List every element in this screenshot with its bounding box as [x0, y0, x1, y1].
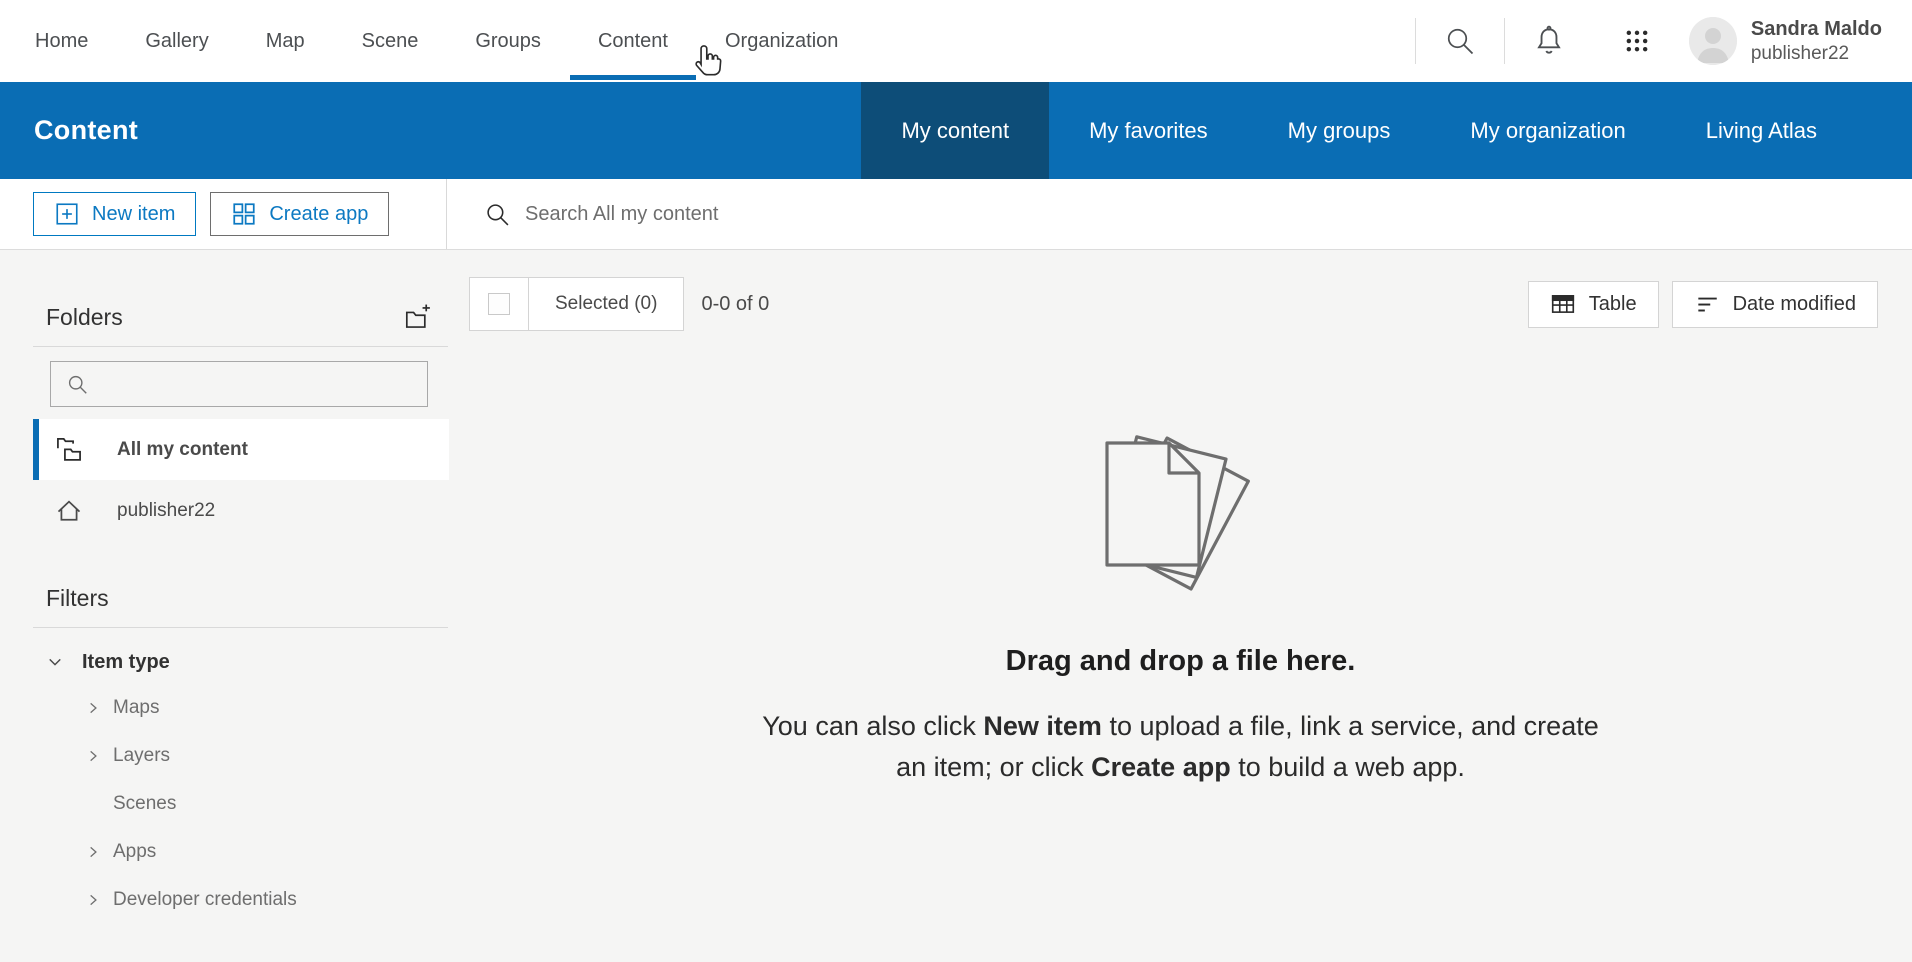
- sort-date-modified-button[interactable]: Date modified: [1672, 281, 1878, 328]
- sidebar: Folders: [0, 250, 449, 962]
- folders-stack-icon: [55, 436, 83, 464]
- table-view-label: Table: [1589, 293, 1637, 316]
- notifications-bell-icon[interactable]: [1505, 25, 1593, 57]
- app-launcher-grid-icon[interactable]: [1593, 27, 1681, 55]
- filter-item-maps[interactable]: Maps: [86, 684, 449, 732]
- view-controls: Table Date modified: [1528, 281, 1878, 328]
- divider: [33, 346, 448, 347]
- content-search: [447, 179, 1912, 249]
- empty-state-message: You can also click New item to upload a …: [762, 706, 1598, 788]
- actions-toolbar: New item Create app: [0, 179, 1912, 250]
- nav-item-groups[interactable]: Groups: [475, 0, 541, 82]
- user-info[interactable]: Sandra Maldo publisher22: [1751, 17, 1882, 66]
- user-avatar[interactable]: [1689, 17, 1737, 65]
- filter-item-apps[interactable]: Apps: [86, 828, 449, 876]
- list-controls: Selected (0) 0-0 of 0 Table: [469, 277, 1878, 331]
- new-item-label: New item: [92, 203, 175, 226]
- page-body: Folders: [0, 250, 1912, 962]
- sort-button-label: Date modified: [1733, 293, 1856, 316]
- chevron-right-icon: [86, 701, 100, 715]
- toolbar-buttons: New item Create app: [0, 179, 447, 249]
- filter-group-item-type[interactable]: Item type: [46, 640, 449, 684]
- chevron-right-icon: [86, 893, 100, 907]
- filter-item-label: Apps: [113, 841, 156, 863]
- nav-item-content[interactable]: Content: [598, 0, 668, 82]
- tab-my-organization[interactable]: My organization: [1430, 82, 1665, 179]
- empty-state-line1: You can also click New item to upload a …: [762, 706, 1598, 747]
- filter-item-layers[interactable]: Layers: [86, 732, 449, 780]
- table-icon: [1550, 291, 1576, 317]
- empty-state-title: Drag and drop a file here.: [1006, 645, 1356, 678]
- divider: [33, 627, 448, 628]
- stacked-pages-icon: [1095, 431, 1267, 603]
- results-count: 0-0 of 0: [701, 293, 769, 316]
- search-icon[interactable]: [1416, 26, 1504, 56]
- filter-item-label: Layers: [113, 745, 170, 767]
- top-navigation: Home Gallery Map Scene Groups Content Or…: [0, 0, 1912, 82]
- filter-item-label: Developer credentials: [113, 889, 297, 911]
- new-item-button[interactable]: New item: [33, 192, 196, 236]
- folders-title: Folders: [46, 304, 123, 331]
- filter-item-developer-credentials[interactable]: Developer credentials: [86, 876, 449, 924]
- filter-item-label: Maps: [113, 697, 159, 719]
- folder-label: publisher22: [117, 500, 215, 522]
- select-all-checkbox-cell[interactable]: [470, 278, 529, 330]
- tab-my-content[interactable]: My content: [861, 82, 1049, 179]
- folder-item-all-my-content[interactable]: All my content: [33, 419, 449, 480]
- chevron-down-icon: [46, 653, 64, 671]
- empty-state-line2: an item; or click Create app to build a …: [762, 747, 1598, 788]
- selection-control: Selected (0): [469, 277, 684, 331]
- search-input[interactable]: [525, 203, 1125, 226]
- tab-my-favorites[interactable]: My favorites: [1049, 82, 1248, 179]
- nav-item-home[interactable]: Home: [35, 0, 88, 82]
- content-tabs: My content My favorites My groups My org…: [861, 82, 1912, 179]
- filters-title: Filters: [46, 585, 109, 612]
- content-header-bar: Content My content My favorites My group…: [0, 82, 1912, 179]
- table-view-button[interactable]: Table: [1528, 281, 1659, 328]
- content-main: Selected (0) 0-0 of 0 Table: [449, 250, 1912, 962]
- folder-label: All my content: [117, 439, 248, 461]
- home-icon: [55, 497, 83, 525]
- nav-item-scene[interactable]: Scene: [362, 0, 419, 82]
- selected-count-label: Selected (0): [529, 278, 683, 330]
- search-icon: [67, 374, 88, 395]
- nav-item-map[interactable]: Map: [266, 0, 305, 82]
- filters-header: Filters: [46, 585, 431, 612]
- folder-search-input[interactable]: [100, 374, 400, 395]
- grid-2x2-icon: [231, 201, 257, 227]
- filter-item-scenes[interactable]: Scenes: [86, 780, 449, 828]
- sort-lines-icon: [1694, 291, 1720, 317]
- new-item-emphasis: New item: [983, 711, 1102, 741]
- create-app-label: Create app: [269, 203, 368, 226]
- filter-group-label: Item type: [82, 651, 170, 674]
- new-folder-icon[interactable]: [404, 304, 431, 331]
- create-app-emphasis: Create app: [1091, 752, 1231, 782]
- folder-list: All my content publisher22: [0, 419, 449, 541]
- chevron-right-icon: [86, 749, 100, 763]
- empty-state-dropzone[interactable]: Drag and drop a file here. You can also …: [449, 431, 1912, 788]
- search-icon: [485, 202, 510, 227]
- create-app-button[interactable]: Create app: [210, 192, 389, 236]
- tab-living-atlas[interactable]: Living Atlas: [1666, 82, 1857, 179]
- folders-header: Folders: [46, 304, 431, 331]
- nav-item-organization[interactable]: Organization: [725, 0, 838, 82]
- hand-cursor-icon: [694, 44, 722, 78]
- tab-my-groups[interactable]: My groups: [1248, 82, 1431, 179]
- user-name: Sandra Maldo: [1751, 17, 1882, 42]
- page-title: Content: [34, 115, 138, 146]
- chevron-right-icon: [86, 845, 100, 859]
- folder-item-publisher22[interactable]: publisher22: [33, 480, 449, 541]
- select-all-checkbox[interactable]: [488, 293, 510, 315]
- user-username: publisher22: [1751, 42, 1882, 66]
- nav-item-gallery[interactable]: Gallery: [145, 0, 208, 82]
- plus-square-icon: [54, 201, 80, 227]
- folder-search-box[interactable]: [50, 361, 428, 407]
- filter-item-label: Scenes: [113, 793, 176, 815]
- nav-utility-area: Sandra Maldo publisher22: [1415, 0, 1912, 82]
